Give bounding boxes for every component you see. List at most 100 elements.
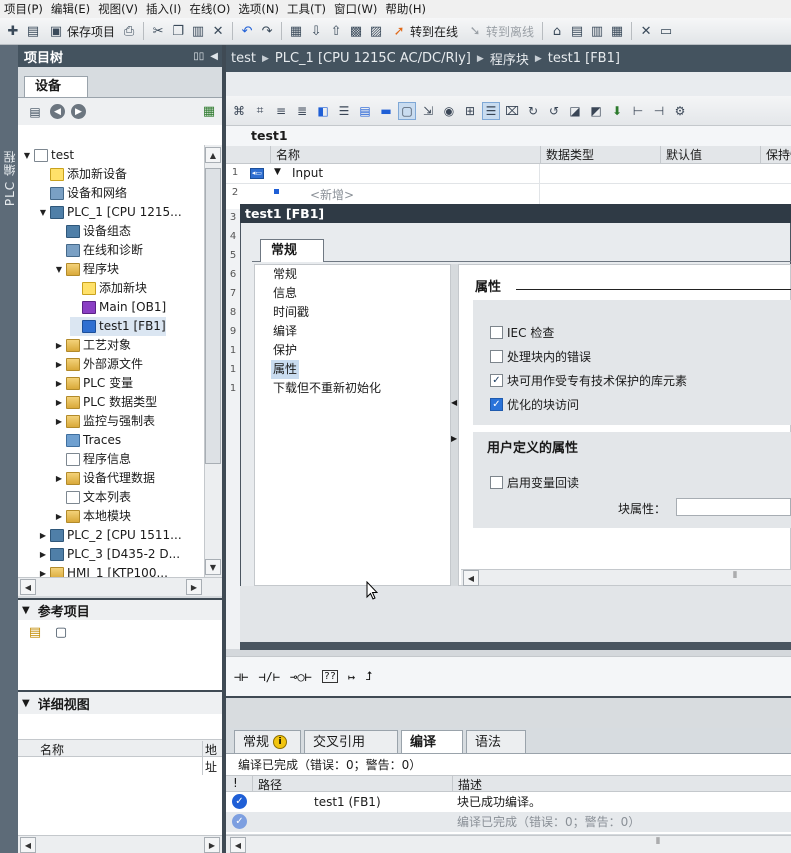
favorites-icon[interactable]: ⇲ [419,102,437,120]
sim-stop-icon[interactable]: ▨ [367,22,385,40]
add-icon[interactable]: ▤ [26,103,44,121]
enable-readback-checkbox[interactable] [490,476,503,489]
messages-horizontal-scrollbar[interactable]: ◀ ⦀ [226,835,791,853]
breadcrumb-device[interactable]: PLC_1 [CPU 1215C AC/DC/Rly] [275,51,471,66]
scroll-left-icon[interactable]: ◀ [20,837,36,853]
tree-item[interactable]: ▶ PLC_2 [CPU 1511... [38,526,182,545]
section-name[interactable]: Input [292,166,323,180]
network-overview-icon[interactable]: ▤ [356,102,374,120]
tree-scroll-thumb[interactable] [205,168,221,464]
scroll-right-icon[interactable]: ▶ [186,579,202,595]
menu-view[interactable]: 视图(V) [94,0,142,18]
menu-project[interactable]: 项目(P) [0,0,47,18]
close-reference-icon[interactable]: ▢ [52,623,70,641]
tree-view-icon[interactable]: ▦ [200,103,218,121]
chevron-right-icon[interactable]: ▶ [54,355,64,374]
menu-tools[interactable]: 工具(T) [283,0,330,18]
new-project-icon[interactable]: ✚ [4,22,22,40]
tree-item[interactable]: 程序信息 [54,450,131,469]
tree-item[interactable]: ▼ 程序块 [54,260,119,279]
optimized-access-row[interactable]: ✓ 优化的块访问 [490,396,579,413]
scroll-left-icon[interactable]: ◀ [20,579,36,595]
optimized-access-checkbox[interactable]: ✓ [490,398,503,411]
details-col-address[interactable]: 地址 [202,741,224,775]
print-icon[interactable]: ⎙ [120,22,138,40]
block-attribute-field[interactable] [676,498,791,516]
no-contact-icon[interactable]: ⊣⊢ [234,670,248,684]
simulate-icon[interactable]: ▩ [347,22,365,40]
save-project-button[interactable]: ▣ 保存项目 [44,20,118,42]
know-how-library-checkbox[interactable]: ✓ [490,374,503,387]
chevron-down-icon[interactable]: ▼ [274,167,281,177]
menu-edit[interactable]: 编辑(E) [47,0,94,18]
tree-item[interactable]: ▶ 监控与强制表 [54,412,155,431]
plc-programming-label[interactable]: PLC 编程 [1,150,17,206]
block-interface-icon[interactable]: ◧ [314,102,332,120]
splitter-left-icon[interactable]: ◀ [451,398,457,407]
dialog-nav-item[interactable]: 信息 [273,284,297,303]
scroll-up-icon[interactable]: ▲ [205,147,221,163]
chevron-down-icon[interactable]: ▼ [38,203,48,222]
col-default-value[interactable]: 默认值 [660,146,760,164]
dialog-nav-item[interactable]: 时间戳 [273,303,309,322]
jump-forward-icon[interactable]: ↺ [545,102,563,120]
chevron-right-icon[interactable]: ▶ [38,564,48,577]
comment-lines-icon[interactable]: ☰ [482,101,500,120]
dialog-title[interactable]: test1 [FB1] [240,204,791,223]
cut-icon[interactable]: ✂ [149,22,167,40]
tree-item[interactable]: ▶ 本地模块 [54,507,131,526]
redo-icon[interactable]: ↷ [258,22,276,40]
scroll-grip-icon[interactable]: ⦀ [733,571,737,581]
add-row-icon[interactable]: ≣ [293,102,311,120]
split-editor-horizontal-icon[interactable]: ▦ [608,22,626,40]
table-row[interactable]: 1 ◂▭ ▼ Input [226,164,791,209]
tab-devices[interactable]: 设备 [24,76,88,98]
chevron-right-icon[interactable]: ▶ [38,545,48,564]
insert-row-icon[interactable]: ≡ [272,102,290,120]
scroll-grip-icon[interactable]: ⦀ [656,837,660,847]
tree-item[interactable]: 设备组态 [54,222,131,241]
details-view-header[interactable]: ▼ 详细视图 [18,690,224,714]
tree-item[interactable]: ▶ 工艺对象 [54,336,131,355]
scroll-down-icon[interactable]: ▼ [205,559,221,575]
indent-icon[interactable]: ⊢ [629,102,647,120]
handle-errors-checkbox[interactable] [490,350,503,363]
tree-item[interactable]: ▶ PLC 变量 [54,374,133,393]
close-branch-icon[interactable]: ⮥ [365,669,372,684]
dialog-nav-item[interactable]: 下载但不重新初始化 [273,379,381,398]
scroll-right-icon[interactable]: ▶ [204,837,220,853]
menu-options[interactable]: 选项(N) [234,0,283,18]
chevron-down-icon[interactable]: ▼ [22,146,32,165]
scroll-left-icon[interactable]: ◀ [230,837,246,853]
go-offline-button[interactable]: ➘ 转到离线 [463,20,537,42]
know-how-library-row[interactable]: ✓ 块可用作受专有技术保护的库元素 [490,372,687,389]
breadcrumb-folder[interactable]: 程序块 [490,49,529,68]
copy-icon[interactable]: ❐ [169,22,187,40]
col-name[interactable]: 名称 [270,146,540,164]
col-description[interactable]: 描述 [452,776,482,792]
collapse-networks-icon[interactable]: ▬ [377,102,395,120]
tree-item[interactable]: 添加新块 [70,279,147,298]
accessible-devices-icon[interactable]: ⌂ [548,22,566,40]
tab-syntax[interactable]: 语法 [466,730,526,753]
chevron-right-icon[interactable]: ▶ [54,412,64,431]
forward-icon[interactable]: ▶ [71,104,86,119]
iec-check-checkbox[interactable] [490,326,503,339]
open-reference-icon[interactable]: ▤ [26,623,44,641]
tree-item[interactable]: ▼ PLC_1 [CPU 1215... [38,203,182,222]
chevron-right-icon[interactable]: ▶ [54,393,64,412]
tree-item[interactable]: ▶ 设备代理数据 [54,469,155,488]
chevron-right-icon[interactable]: ▶ [54,469,64,488]
message-row[interactable]: ✓ test1 (FB1) 块已成功编译。 [226,792,791,812]
breadcrumb-block[interactable]: test1 [FB1] [548,51,620,66]
open-project-icon[interactable]: ▤ [24,22,42,40]
dialog-nav-item[interactable]: 保护 [273,341,297,360]
tree-item[interactable]: 设备和网络 [38,184,127,203]
empty-box-icon[interactable]: ?? [321,670,338,683]
breadcrumb-project[interactable]: test [231,51,256,66]
add-new-placeholder[interactable]: <新增> [310,186,354,203]
col-retain[interactable]: 保持性 [760,146,791,164]
absolute-operands-icon[interactable]: ☰ [335,102,353,120]
enable-readback-row[interactable]: 启用变量回读 [490,474,579,491]
splitter-right-icon[interactable]: ▶ [451,434,457,443]
